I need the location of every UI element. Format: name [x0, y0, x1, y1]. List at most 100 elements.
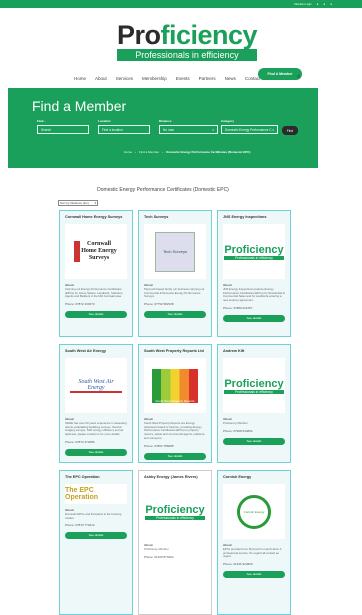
logo-word-b: ficiency: [160, 20, 258, 50]
find-button[interactable]: Find: [282, 126, 298, 135]
member-logo-text: Cornish Energy: [237, 494, 271, 529]
main-nav: Home About Services Membership Events Pa…: [74, 76, 267, 81]
member-logo[interactable]: Proficiency Professionals in efficiency: [144, 484, 206, 539]
member-card: Cornish Energy Cornish Energy About EPCs…: [217, 470, 291, 615]
breadcrumb-home[interactable]: Home: [124, 150, 132, 154]
member-card: Cornwall Home Energy Surveys Cornwall Ho…: [59, 210, 133, 337]
member-name[interactable]: South West Air Energy: [65, 349, 127, 353]
category-label: Category: [221, 119, 235, 123]
sort-select[interactable]: Sort by Distance (km) ▾: [58, 200, 98, 206]
member-logo[interactable]: Cornwall Home Energy Surveys: [65, 224, 127, 279]
member-logo[interactable]: Cornish Energy: [223, 484, 285, 539]
see-details-button[interactable]: See details: [65, 311, 127, 319]
member-name[interactable]: Ashby Energy (James Rivers): [144, 475, 206, 479]
member-description: South West Property Reports are Energy A…: [144, 421, 206, 440]
see-details-button[interactable]: See details: [144, 311, 206, 319]
chevron-down-icon: ▾: [212, 127, 214, 132]
proficiency-logo-word: Proficiency: [224, 243, 284, 256]
location-field: Location Find a location: [98, 119, 150, 134]
distance-field: Distance No max ▾: [159, 119, 218, 134]
find-field: Find... Search: [37, 119, 89, 134]
member-description: Domestic EPCs and floorplans to the hous…: [65, 512, 122, 520]
member-phone: Phone: 07870 770412: [65, 523, 95, 528]
member-description: Plymouth based family run business carry…: [144, 287, 205, 299]
member-description: JNS Energy Inspections produce Energy Pe…: [223, 287, 285, 303]
find-value: Search: [41, 127, 52, 132]
member-logo[interactable]: Tech Surveys: [144, 224, 206, 279]
member-description: EPCs provided from Plymouth to Land's En…: [223, 547, 282, 559]
member-phone: Phone: 07752 582338: [144, 302, 174, 307]
find-label: Find...: [37, 119, 46, 123]
nav-item-partners[interactable]: Partners: [199, 76, 216, 81]
see-details-button[interactable]: See details: [223, 437, 285, 445]
member-card: South West Property Reports Ltd South We…: [138, 344, 212, 463]
find-member-button[interactable]: Find A Member: [258, 68, 302, 80]
member-logo-text: Cornwall Home Energy Surveys: [74, 241, 118, 262]
member-description: Carrying out Energy Performance Certific…: [65, 287, 124, 299]
site-logo[interactable]: Proficiency Professionals in efficiency: [117, 20, 258, 61]
member-description: SWAE has over 20 years experience in ass…: [65, 421, 127, 437]
category-value: Domestic Energy Performance C: [225, 127, 272, 132]
hero-title: Find a Member: [32, 98, 127, 114]
category-select[interactable]: Domestic Energy Performance C ▾: [221, 125, 278, 134]
twitter-icon[interactable]: ●: [323, 2, 325, 6]
nav-item-membership[interactable]: Membership: [142, 76, 167, 81]
nav-item-events[interactable]: Events: [176, 76, 190, 81]
logo-word-a: Pro: [117, 20, 161, 50]
member-card: Andrew Kift Proficiency Professionals in…: [217, 344, 291, 463]
member-description: Proficiency Member: [144, 547, 169, 551]
member-logo-text: South West Air Energy: [70, 379, 122, 393]
logo-tagline: Professionals in efficiency: [117, 49, 257, 61]
member-phone: Phone: 07872 333373: [65, 302, 95, 307]
member-name[interactable]: Cornwall Home Energy Surveys: [65, 215, 127, 219]
member-grid: Cornwall Home Energy Surveys Cornwall Ho…: [59, 210, 293, 615]
proficiency-logo: Proficiency Professionals in efficiency: [224, 377, 284, 394]
proficiency-logo-tagline: Professionals in efficiency: [224, 389, 284, 394]
member-card: Ashby Energy (James Rivers) Proficiency …: [138, 470, 212, 615]
member-logo[interactable]: Proficiency Professionals in efficiency: [223, 358, 285, 413]
see-details-button[interactable]: See details: [65, 448, 127, 456]
nav-item-services[interactable]: Services: [116, 76, 133, 81]
member-phone: Phone: 07872 372086: [65, 439, 95, 444]
breadcrumb-find-member[interactable]: Find a Member: [139, 150, 159, 154]
member-card: JNS Energy Inspections Proficiency Profe…: [217, 210, 291, 337]
member-name[interactable]: Andrew Kift: [223, 349, 285, 353]
location-value: Find a location: [102, 127, 123, 132]
facebook-icon[interactable]: ●: [317, 2, 319, 6]
linkedin-icon[interactable]: ●: [330, 2, 332, 6]
member-logo[interactable]: Proficiency Professionals in efficiency: [223, 224, 285, 279]
member-logo[interactable]: South West Air Energy: [65, 358, 127, 413]
member-logo[interactable]: South West Property Reports: [144, 358, 206, 413]
member-phone: Phone: 07803 786688: [144, 443, 174, 448]
see-details-button[interactable]: See details: [223, 314, 285, 322]
breadcrumb: Home › Find a Member › Domestic Energy Per…: [124, 150, 251, 154]
proficiency-logo-word: Proficiency: [224, 377, 284, 390]
nav-item-news[interactable]: News: [225, 76, 236, 81]
members-login-link[interactable]: Members Login: [294, 3, 311, 6]
proficiency-logo-tagline: Professionals in efficiency: [224, 255, 284, 260]
chevron-down-icon: ▾: [272, 127, 274, 132]
see-details-button[interactable]: See details: [144, 452, 206, 460]
member-logo[interactable]: The EPC Operation: [65, 484, 127, 504]
see-details-button[interactable]: See details: [65, 532, 127, 540]
proficiency-logo: Proficiency Professionals in efficiency: [224, 243, 284, 260]
member-name[interactable]: Tech Surveys: [144, 215, 206, 219]
breadcrumb-current: Domestic Energy Performance Certificates…: [166, 150, 251, 154]
member-phone: Phone: 07968 644894: [223, 428, 253, 433]
nav-item-home[interactable]: Home: [74, 76, 86, 81]
find-input[interactable]: Search: [37, 125, 89, 134]
member-card: The EPC Operation The EPC Operation Abou…: [59, 470, 133, 615]
member-name[interactable]: JNS Energy Inspections: [223, 215, 285, 219]
see-details-button[interactable]: See details: [223, 571, 285, 579]
member-name[interactable]: Cornish Energy: [223, 475, 285, 479]
site-header: Proficiency Professionals in efficiency …: [0, 8, 362, 92]
member-name[interactable]: The EPC Operation: [65, 475, 127, 479]
member-phone: Phone: 01326 322800: [223, 562, 253, 567]
search-icon[interactable]: ⌕: [297, 74, 300, 81]
nav-item-about[interactable]: About: [95, 76, 107, 81]
distance-select[interactable]: No max ▾: [159, 125, 218, 134]
member-description: Proficiency Member: [223, 421, 248, 425]
location-input[interactable]: Find a location: [98, 125, 150, 134]
member-name[interactable]: South West Property Reports Ltd: [144, 349, 206, 353]
top-bar: Members Login ● ● ●: [0, 0, 362, 8]
